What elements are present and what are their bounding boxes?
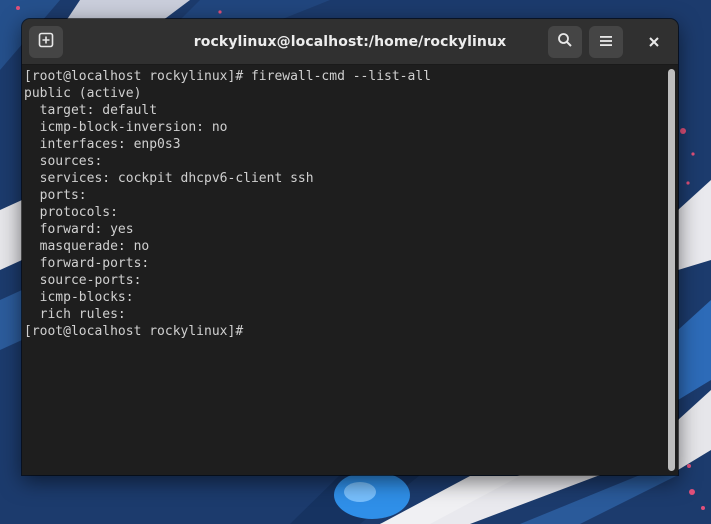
terminal-line: [root@localhost rockylinux]# firewall-cm… [24, 69, 431, 84]
terminal-area[interactable]: [root@localhost rockylinux]# firewall-cm… [22, 65, 678, 475]
menu-button[interactable] [589, 26, 623, 58]
terminal-output: [root@localhost rockylinux]# firewall-cm… [24, 68, 431, 340]
close-button[interactable] [642, 30, 666, 54]
terminal-line: forward-ports: [24, 256, 158, 271]
terminal-line: icmp-blocks: [24, 290, 142, 305]
terminal-line: services: cockpit dhcpv6-client ssh [24, 171, 314, 186]
headerbar: rockylinux@localhost:/home/rockylinux [22, 19, 678, 65]
hamburger-menu-icon [599, 33, 613, 52]
terminal-line: source-ports: [24, 273, 150, 288]
search-button[interactable] [548, 26, 582, 58]
terminal-line: interfaces: enp0s3 [24, 137, 181, 152]
close-icon [648, 33, 660, 52]
terminal-prompt: [root@localhost rockylinux]# [24, 324, 251, 339]
terminal-line: masquerade: no [24, 239, 150, 254]
terminal-line: protocols: [24, 205, 126, 220]
terminal-line: ports: [24, 188, 95, 203]
terminal-line: forward: yes [24, 222, 134, 237]
terminal-line: target: default [24, 103, 158, 118]
terminal-line: icmp-block-inversion: no [24, 120, 228, 135]
terminal-scrollbar[interactable] [664, 65, 678, 475]
terminal-line: rich rules: [24, 307, 134, 322]
terminal-line: sources: [24, 154, 111, 169]
search-icon [557, 32, 573, 52]
scrollbar-thumb[interactable] [668, 69, 675, 471]
terminal-line: public (active) [24, 86, 142, 101]
terminal-window: rockylinux@localhost:/home/rockylinux [r… [22, 19, 678, 475]
